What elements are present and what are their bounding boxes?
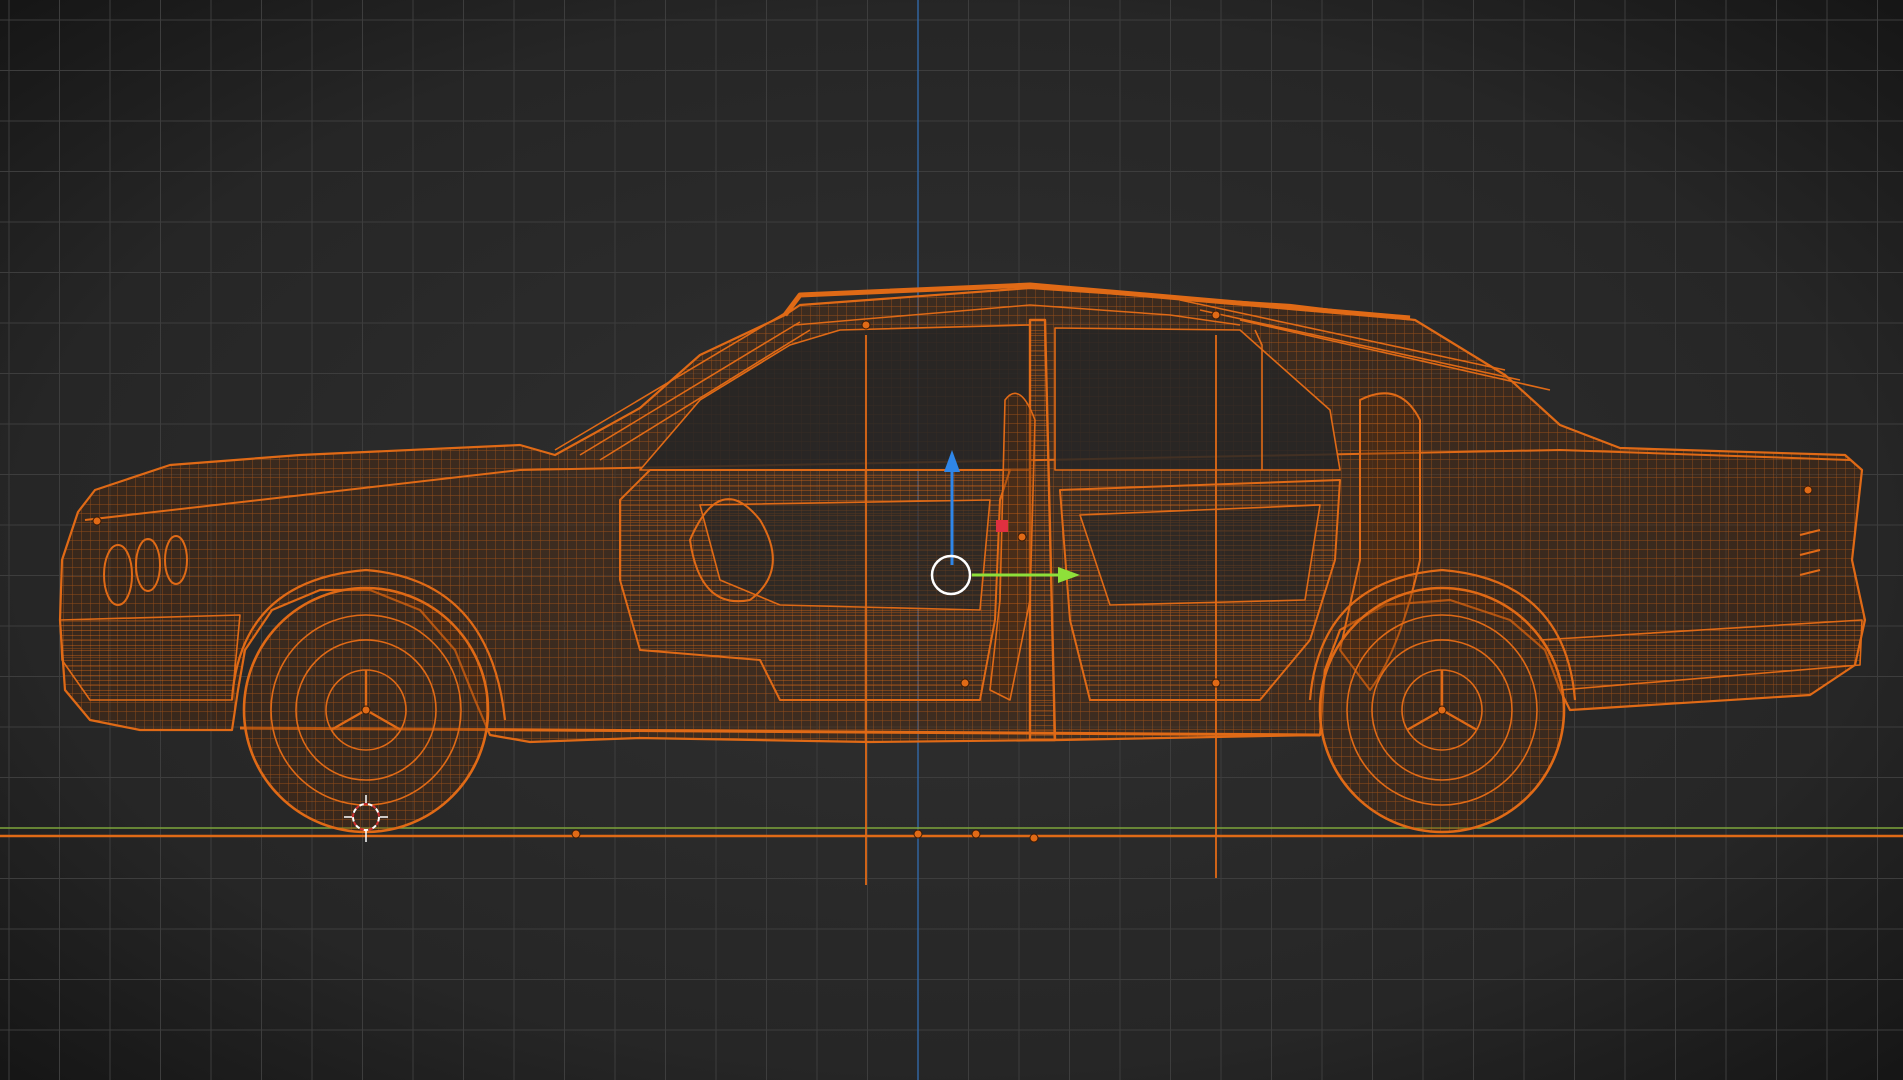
rear-door-inner-panel xyxy=(1079,504,1321,606)
gizmo-x-handle[interactable] xyxy=(996,520,1008,532)
bumper-front xyxy=(59,614,241,701)
3d-viewport[interactable] xyxy=(0,0,1903,1080)
